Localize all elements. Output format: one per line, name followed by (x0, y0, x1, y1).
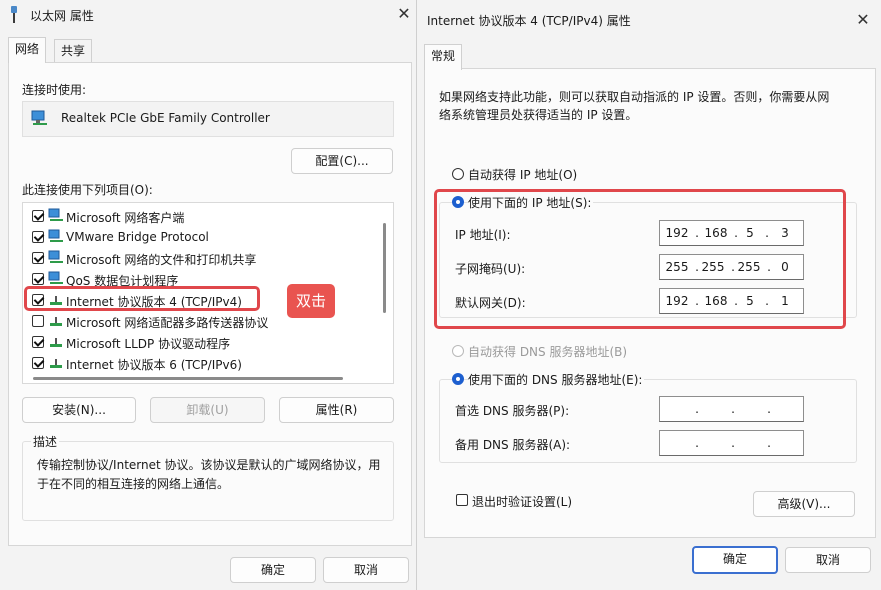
item-checkbox[interactable] (32, 357, 44, 369)
list-item[interactable]: VMware Bridge Protocol (29, 227, 369, 247)
description-label: 描述 (31, 433, 60, 450)
properties-button[interactable]: 属性(R) (279, 397, 394, 423)
tab-general[interactable]: 常规 (424, 44, 463, 70)
auto-dns-radio[interactable] (452, 345, 464, 357)
install-button[interactable]: 安装(N)... (22, 397, 136, 423)
alternate-dns-field[interactable]: . . . (659, 430, 804, 456)
description-text: 传输控制协议/Internet 协议。该协议是默认的广域网络协议，用于在不同的相… (37, 458, 381, 491)
ipv4-highlight-box (24, 286, 260, 311)
ethernet-properties-dialog: 以太网 属性 ✕ 网络 共享 连接时使用: Realtek PCIe GbE F… (0, 0, 420, 590)
left-title-bar: 以太网 属性 ✕ (0, 0, 420, 30)
list-item[interactable]: Internet 协议版本 6 (TCP/IPv6) (29, 353, 369, 373)
item-label: Internet 协议版本 6 (TCP/IPv6) (66, 358, 242, 372)
right-ok-button[interactable]: 确定 (692, 546, 778, 574)
list-item[interactable]: Microsoft LLDP 协议驱动程序 (29, 332, 369, 352)
ethernet-plug-icon (11, 6, 17, 23)
network-client-icon (48, 271, 63, 284)
list-vertical-scrollbar[interactable] (383, 223, 386, 313)
adapter-box: Realtek PCIe GbE Family Controller (22, 101, 394, 137)
item-label: Microsoft 网络客户端 (66, 211, 185, 225)
left-window-title: 以太网 属性 (30, 9, 94, 23)
protocol-icon (50, 338, 62, 347)
items-label: 此连接使用下列项目(O): (22, 183, 153, 197)
ip-settings-highlight-box (434, 189, 846, 329)
manual-dns-radio[interactable] (452, 373, 464, 385)
adapter-name: Realtek PCIe GbE Family Controller (61, 111, 270, 125)
network-client-icon (48, 250, 63, 263)
auto-ip-label: 自动获得 IP 地址(O) (468, 168, 578, 182)
list-item[interactable]: Microsoft 网络的文件和打印机共享 (29, 248, 369, 268)
advanced-button[interactable]: 高级(V)... (753, 491, 855, 517)
item-checkbox[interactable] (32, 231, 44, 243)
item-label: VMware Bridge Protocol (66, 230, 209, 244)
item-label: Microsoft 网络适配器多路传送器协议 (66, 316, 269, 330)
network-client-icon (48, 229, 63, 242)
configure-button[interactable]: 配置(C)... (291, 148, 393, 174)
auto-ip-radio[interactable] (452, 168, 464, 180)
protocol-icon (50, 359, 62, 368)
network-adapter-icon (31, 110, 47, 125)
validate-label: 退出时验证设置(L) (472, 495, 573, 509)
uninstall-button[interactable]: 卸载(U) (150, 397, 265, 423)
protocol-icon (50, 317, 62, 326)
item-checkbox[interactable] (32, 273, 44, 285)
left-ok-button[interactable]: 确定 (230, 557, 316, 583)
preferred-dns-field[interactable]: . . . (659, 396, 804, 422)
left-cancel-button[interactable]: 取消 (323, 557, 409, 583)
alternate-dns-label: 备用 DNS 服务器(A): (455, 438, 571, 452)
right-close-icon[interactable]: ✕ (853, 10, 873, 30)
double-click-badge: 双击 (287, 284, 335, 318)
description-group: 描述 传输控制协议/Internet 协议。该协议是默认的广域网络协议，用于在不… (22, 433, 394, 521)
item-checkbox[interactable] (32, 336, 44, 348)
list-horizontal-scrollbar[interactable] (33, 377, 343, 380)
intro-text-line2: 络系统管理员处获得适当的 IP 设置。 (439, 108, 638, 122)
item-checkbox[interactable] (32, 210, 44, 222)
item-checkbox[interactable] (32, 252, 44, 264)
left-close-icon[interactable]: ✕ (394, 4, 414, 24)
auto-dns-label: 自动获得 DNS 服务器地址(B) (468, 345, 628, 359)
preferred-dns-label: 首选 DNS 服务器(P): (455, 404, 570, 418)
right-cancel-button[interactable]: 取消 (785, 547, 871, 573)
intro-text-line1: 如果网络支持此功能，则可以获取自动指派的 IP 设置。否则，你需要从网 (439, 90, 830, 104)
list-item[interactable]: Microsoft 网络客户端 (29, 206, 369, 226)
network-client-icon (48, 208, 63, 221)
item-label: Microsoft 网络的文件和打印机共享 (66, 253, 257, 267)
manual-dns-label: 使用下面的 DNS 服务器地址(E): (468, 371, 645, 388)
connect-using-label: 连接时使用: (22, 83, 87, 97)
tab-network[interactable]: 网络 (8, 37, 47, 63)
item-checkbox[interactable] (32, 315, 44, 327)
right-window-title: Internet 协议版本 4 (TCP/IPv4) 属性 (427, 14, 631, 28)
item-label: Microsoft LLDP 协议驱动程序 (66, 337, 231, 351)
tab-sharing[interactable]: 共享 (54, 39, 93, 63)
validate-checkbox[interactable] (456, 494, 468, 506)
